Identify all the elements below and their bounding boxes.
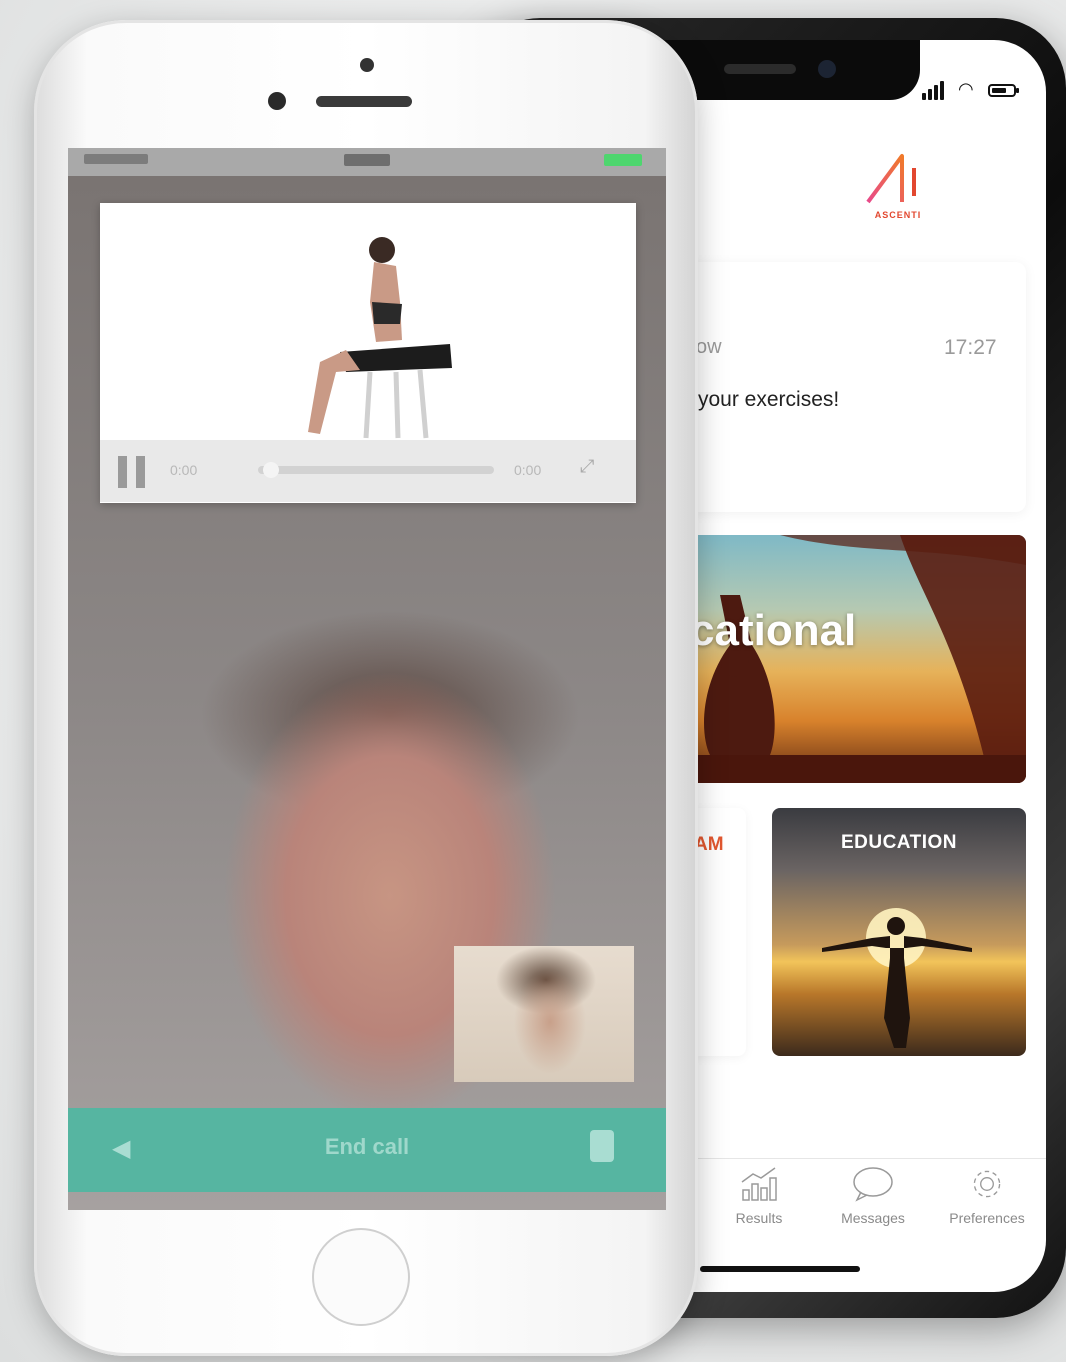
signal-icon [922,80,952,100]
chart-icon [741,1167,777,1201]
wifi-icon: ◠ [958,79,974,100]
logo-text: ASCENTI [874,210,922,220]
front-camera [268,92,286,110]
ascenti-logo: ASCENTI [858,150,938,240]
tab-preferences[interactable]: Preferences [932,1166,1042,1226]
fullscreen-icon[interactable]: ⤢ [580,456,594,477]
mute-icon[interactable] [590,1130,614,1162]
end-call-button[interactable]: End call [68,1134,666,1160]
remaining-time: 0:00 [514,462,542,478]
exercise-video-frame [300,232,460,442]
battery-icon [988,84,1019,97]
educational-card-label: cational [690,606,857,655]
tab-preferences-label: Preferences [949,1210,1025,1226]
speech-bubble-icon [853,1167,893,1202]
message-text: your exercises! [698,388,840,411]
tab-results-label: Results [735,1210,783,1226]
earpiece [316,96,412,107]
tab-results[interactable]: Results [704,1166,814,1226]
message-sender: ow [696,336,722,358]
home-button[interactable] [312,1228,410,1326]
team-card-label: AM [694,834,724,855]
tab-messages-label: Messages [841,1210,905,1226]
status-bar-icons: ◠ [922,80,1032,102]
message-time: 17:27 [944,336,997,359]
battery-icon [604,154,642,166]
front-camera [818,60,836,78]
progress-slider[interactable] [258,466,494,474]
carrier-indicator [84,154,148,164]
gear-icon [973,1170,1001,1198]
front-camera-dot [360,58,374,72]
pause-button[interactable] [118,456,152,488]
tab-messages[interactable]: Messages [818,1166,928,1226]
education-card-label: EDUCATION [840,832,958,853]
message-card[interactable] [660,262,1026,512]
earpiece [724,64,796,74]
self-view-video[interactable] [454,946,634,1082]
educational-card[interactable] [660,535,1026,783]
elapsed-time: 0:00 [170,462,198,478]
status-time [344,154,390,166]
home-indicator[interactable] [700,1266,860,1272]
